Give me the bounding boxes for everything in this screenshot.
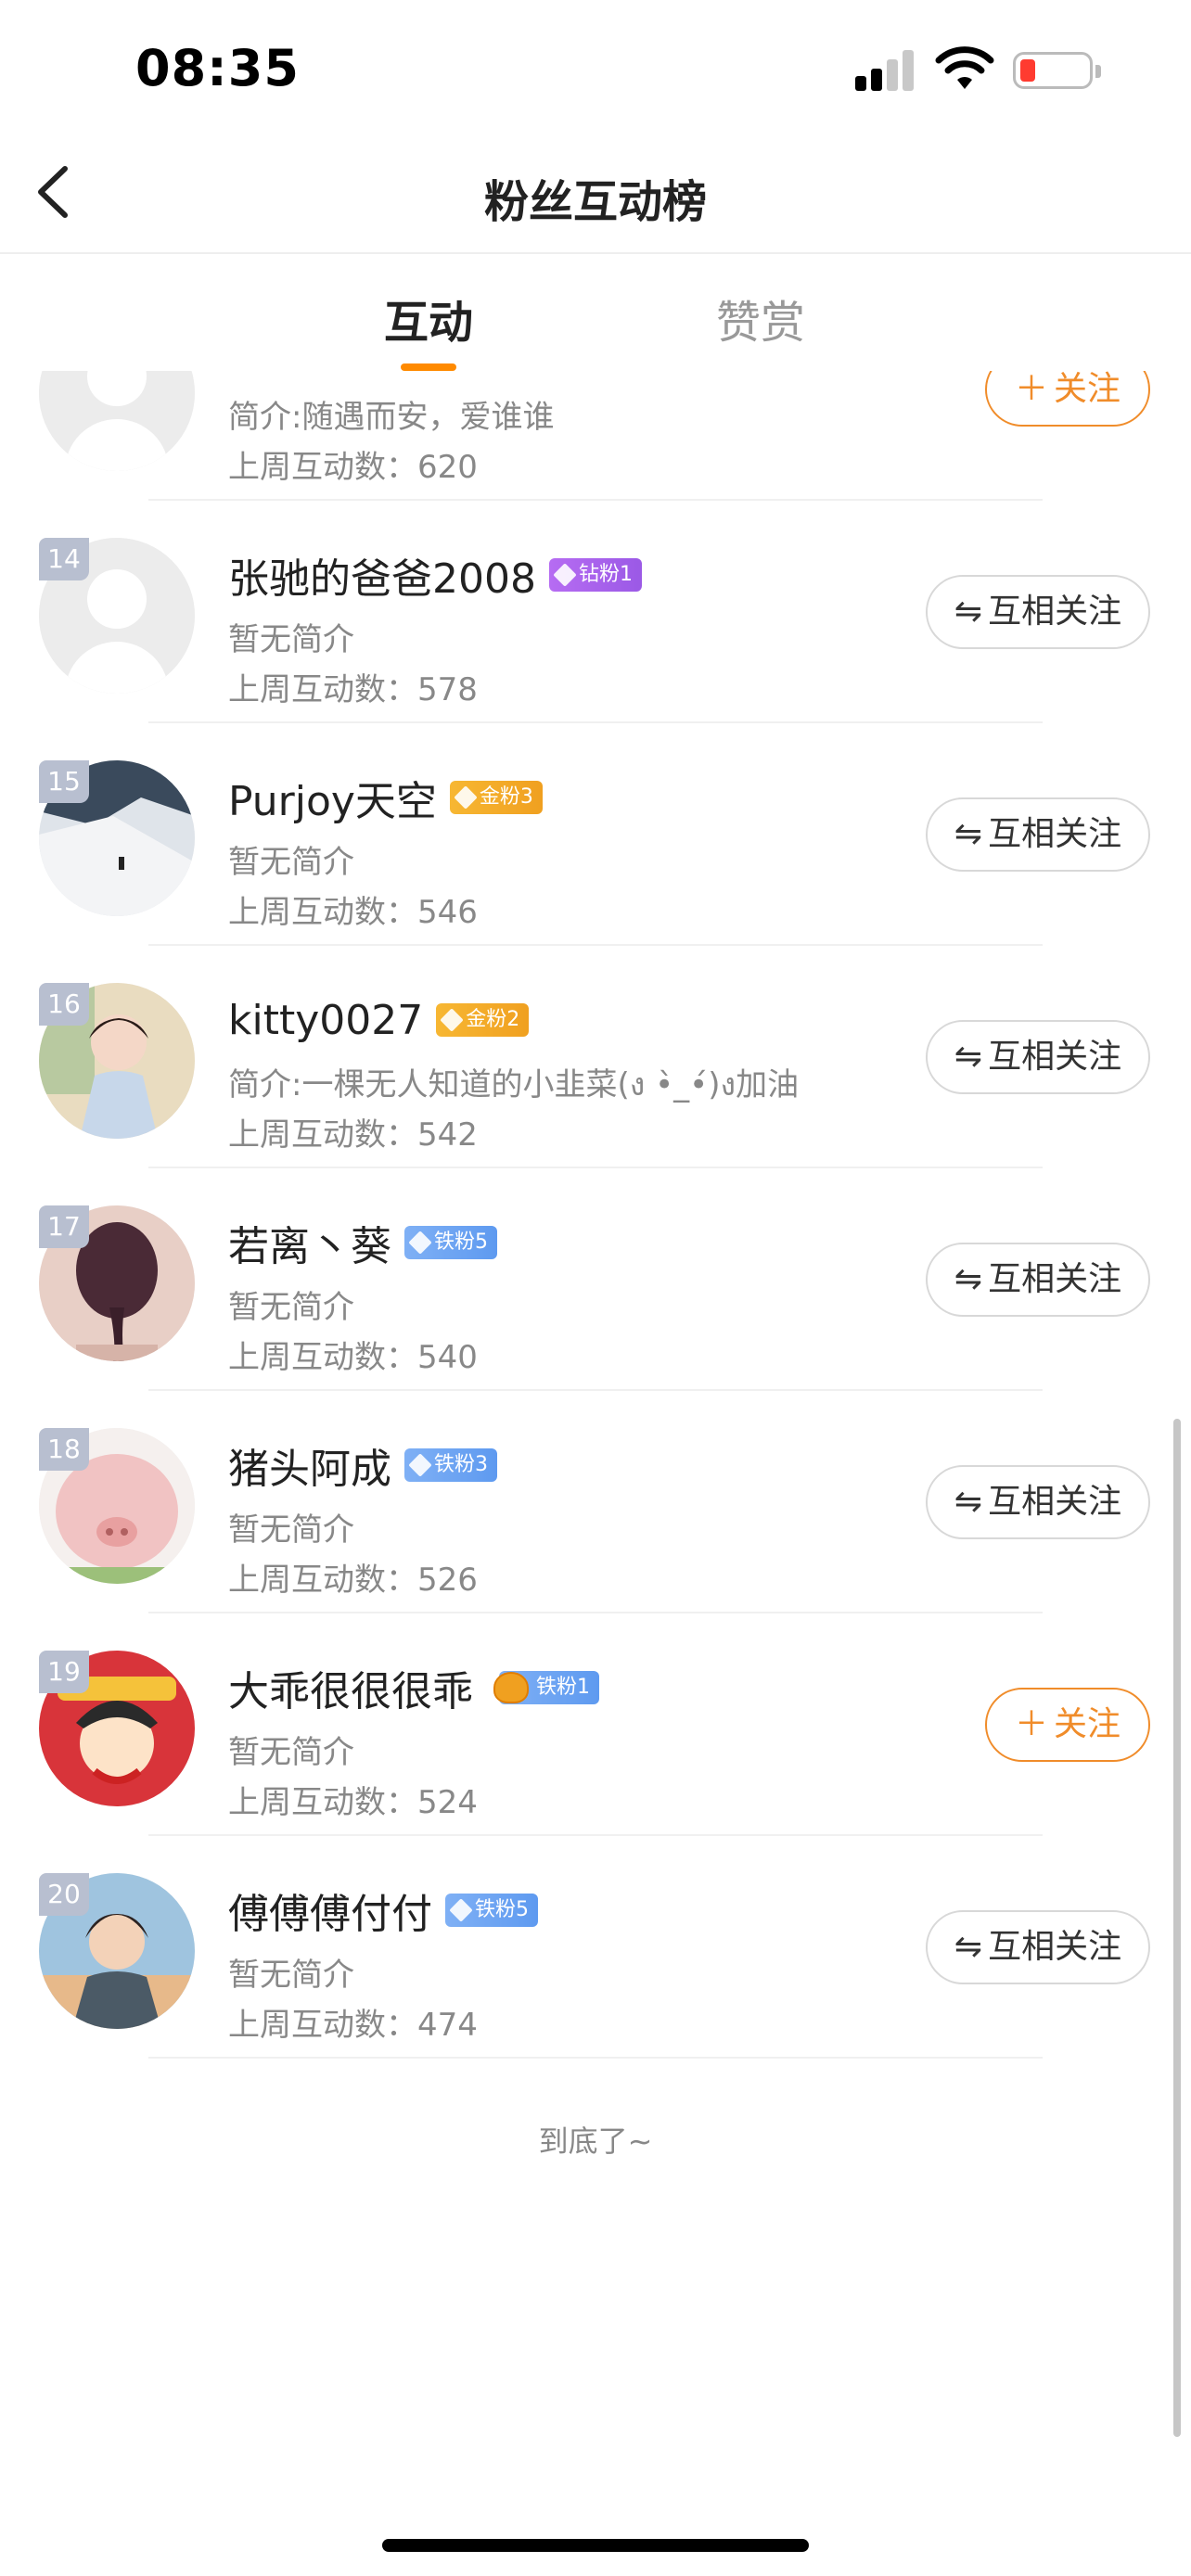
list-item[interactable]: 20 傅傅傅付付 铁粉5 暂无简介 上周互动数：474 ⇋ 互相关注 <box>0 1836 1191 2059</box>
fan-level-badge: 铁粉1 <box>493 1671 599 1704</box>
active-tab-indicator <box>401 363 456 371</box>
cellular-signal-icon <box>855 50 915 91</box>
interaction-count: 上周互动数：542 <box>228 1116 478 1154</box>
user-intro: 暂无简介 <box>228 1289 354 1326</box>
list-item[interactable]: 16 kitty0027 金粉2 简介:一棵无人知道的小韭菜(ง •̀_•́)ง… <box>0 946 1191 1168</box>
status-time: 08:35 <box>135 39 300 97</box>
rank-badge: 20 <box>39 1873 89 1916</box>
status-bar: 08:35 <box>0 0 1191 139</box>
mutual-follow-button[interactable]: ⇋ 互相关注 <box>926 1243 1150 1317</box>
user-name[interactable]: Purjoy天空 <box>228 768 437 827</box>
swap-arrows-icon: ⇋ <box>954 815 983 853</box>
interaction-count: 上周互动数：524 <box>228 1784 478 1821</box>
wifi-icon <box>935 46 994 89</box>
gold-gem-icon <box>440 1008 464 1032</box>
rank-badge: 16 <box>39 983 89 1026</box>
rank-badge: 15 <box>39 760 89 803</box>
user-intro: 简介:随遇而安，爱谁谁 <box>228 399 555 436</box>
rank-badge: 19 <box>39 1651 89 1693</box>
swap-arrows-icon: ⇋ <box>954 1038 983 1076</box>
tab-interaction[interactable]: 互动 <box>384 286 473 351</box>
swap-arrows-icon: ⇋ <box>954 1483 983 1521</box>
user-intro: 暂无简介 <box>228 621 354 658</box>
user-name[interactable]: 若离丶葵 <box>228 1213 391 1272</box>
mutual-follow-button[interactable]: ⇋ 互相关注 <box>926 797 1150 872</box>
user-name[interactable]: 猪头阿成 <box>228 1435 391 1495</box>
nav-header: 粉丝互动榜 <box>0 139 1191 254</box>
blue-gem-icon <box>449 1898 473 1922</box>
user-name[interactable]: 张驰的爸爸2008 <box>228 545 536 605</box>
fan-level-badge: 金粉3 <box>449 781 543 814</box>
user-intro: 暂无简介 <box>228 1957 354 1994</box>
list-item[interactable]: 简介:随遇而安，爱谁谁 上周互动数：620 ＋关注 <box>0 371 1191 501</box>
home-indicator[interactable] <box>382 2539 809 2552</box>
follow-button[interactable]: ＋关注 <box>985 371 1150 427</box>
rank-badge: 17 <box>39 1205 89 1248</box>
mutual-follow-button[interactable]: ⇋ 互相关注 <box>926 1020 1150 1094</box>
user-intro: 简介:一棵无人知道的小韭菜(ง •̀_•́)ง加油 <box>228 1066 800 1103</box>
mutual-follow-button[interactable]: ⇋ 互相关注 <box>926 1465 1150 1539</box>
mutual-follow-button[interactable]: ⇋ 互相关注 <box>926 575 1150 649</box>
interaction-count: 上周互动数：578 <box>228 671 478 708</box>
user-intro: 暂无简介 <box>228 844 354 881</box>
tiger-mascot-icon <box>493 1672 529 1703</box>
mutual-follow-button[interactable]: ⇋ 互相关注 <box>926 1910 1150 1984</box>
blue-gem-icon <box>408 1453 432 1477</box>
swap-arrows-icon: ⇋ <box>954 1260 983 1298</box>
battery-icon <box>1013 52 1101 89</box>
list-item[interactable]: 18 猪头阿成 铁粉3 暂无简介 上周互动数：526 ⇋ 互相关注 <box>0 1391 1191 1613</box>
ranking-list[interactable]: 简介:随遇而安，爱谁谁 上周互动数：620 ＋关注 14 张驰的爸爸2008 钻… <box>0 371 1191 2504</box>
plus-icon: ＋ <box>1014 371 1048 408</box>
list-item[interactable]: 15 Purjoy天空 金粉3 暂无简介 上周互动数：546 ⇋ 互相关注 <box>0 723 1191 946</box>
swap-arrows-icon: ⇋ <box>954 593 983 631</box>
interaction-count: 上周互动数：546 <box>228 894 478 931</box>
interaction-count: 上周互动数：474 <box>228 2007 478 2044</box>
page-title: 粉丝互动榜 <box>483 176 707 228</box>
list-item[interactable]: 17 若离丶葵 铁粉5 暂无简介 上周互动数：540 ⇋ 互相关注 <box>0 1168 1191 1391</box>
diamond-icon <box>553 563 577 587</box>
interaction-count: 上周互动数：540 <box>228 1339 478 1376</box>
list-item[interactable]: 14 张驰的爸爸2008 钻粉1 暂无简介 上周互动数：578 ⇋ 互相关注 <box>0 501 1191 723</box>
tab-reward[interactable]: 赞赏 <box>716 286 805 351</box>
fan-level-badge: 金粉2 <box>436 1003 530 1037</box>
fan-level-badge: 钻粉1 <box>548 558 642 592</box>
divider <box>148 2057 1043 2059</box>
user-name[interactable]: 大乖很很很乖 <box>228 1658 473 1717</box>
interaction-count: 上周互动数：526 <box>228 1562 478 1599</box>
interaction-count: 上周互动数：620 <box>228 449 478 486</box>
rank-badge: 14 <box>39 538 89 580</box>
fan-level-badge: 铁粉5 <box>404 1226 497 1259</box>
fan-level-badge: 铁粉5 <box>445 1894 538 1927</box>
fan-level-badge: 铁粉3 <box>404 1448 497 1482</box>
user-intro: 暂无简介 <box>228 1511 354 1549</box>
user-name[interactable]: 傅傅傅付付 <box>228 1881 432 1940</box>
avatar[interactable] <box>39 371 195 471</box>
scrollbar[interactable] <box>1173 1419 1181 2437</box>
tab-bar: 互动 赞赏 <box>0 252 1191 371</box>
swap-arrows-icon: ⇋ <box>954 1928 983 1966</box>
rank-badge: 18 <box>39 1428 89 1471</box>
list-item[interactable]: 19 大乖很很很乖 铁粉1 暂无简介 上周互动数：524 ＋关注 <box>0 1613 1191 1836</box>
plus-icon: ＋ <box>1014 1705 1048 1743</box>
follow-button[interactable]: ＋关注 <box>985 1688 1150 1762</box>
user-intro: 暂无简介 <box>228 1734 354 1771</box>
gold-gem-icon <box>454 785 478 810</box>
end-of-list-text: 到底了~ <box>538 2123 653 2159</box>
user-name[interactable]: kitty0027 <box>228 997 423 1044</box>
blue-gem-icon <box>408 1231 432 1255</box>
